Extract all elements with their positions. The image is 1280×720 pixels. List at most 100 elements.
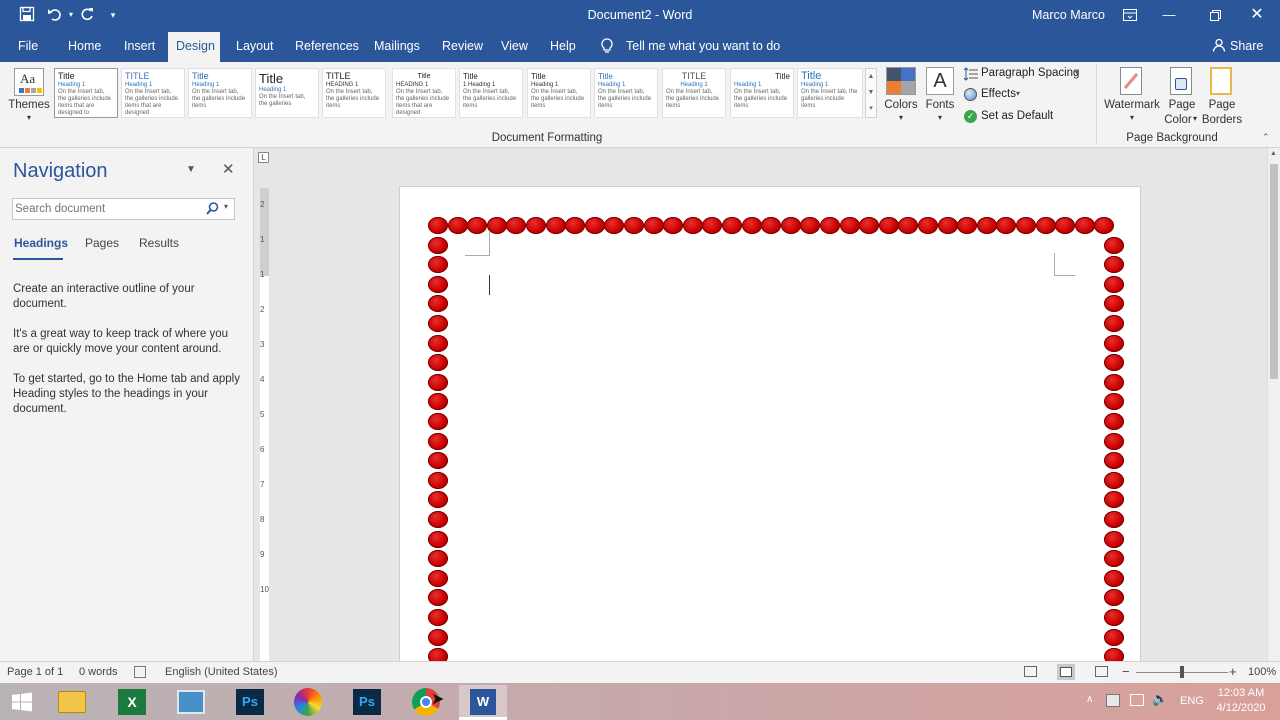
apple-border-bead [1104, 393, 1124, 411]
themes-icon[interactable]: Aa [14, 68, 44, 96]
colors-dropdown-icon[interactable]: ▾ [894, 113, 908, 122]
watermark-dropdown-icon[interactable]: ▾ [1125, 113, 1139, 122]
close-pane-icon[interactable]: ✕ [222, 160, 235, 178]
vertical-scrollbar[interactable]: ▲ [1267, 148, 1280, 661]
excel-icon[interactable]: X [114, 685, 150, 718]
tab-home[interactable]: Home [60, 30, 109, 62]
zoom-level[interactable]: 100% [1248, 666, 1276, 678]
style-set-8[interactable]: Title Heading 1 On the Insert tab, the gal… [594, 68, 658, 118]
word-icon[interactable]: W [459, 685, 507, 718]
apple-border-bead [428, 256, 448, 274]
paragraph-spacing-dropdown-icon[interactable]: ▾ [1075, 68, 1079, 77]
tab-mailings[interactable]: Mailings [366, 30, 428, 62]
effects-dropdown-icon[interactable]: ▾ [1016, 89, 1020, 98]
clock-date[interactable]: 4/12/2020 [1212, 702, 1270, 714]
page-count[interactable]: Page 1 of 1 [7, 666, 63, 678]
volume-icon[interactable]: 🔈 [1152, 691, 1168, 707]
nav-tab-pages[interactable]: Pages [85, 236, 119, 250]
page-color-icon[interactable] [1170, 67, 1192, 95]
style-set-3[interactable]: Title Heading 1 On the Insert tab, the gal… [255, 68, 319, 118]
style-set-6[interactable]: Title 1 Heading 1 On the Insert tab, the g… [459, 68, 523, 118]
user-name[interactable]: Marco Marco [1032, 8, 1105, 22]
gallery-scroll[interactable]: ▲ ▼ ▾ [865, 68, 877, 118]
search-icon[interactable] [206, 202, 220, 216]
restore-icon[interactable] [1192, 0, 1238, 30]
style-set-11[interactable]: Title Heading 1 On the Insert tab, the gal… [797, 68, 863, 118]
tab-design[interactable]: Design [168, 32, 220, 62]
pane-options-icon[interactable]: ▼ [186, 164, 196, 175]
collapse-ribbon-icon[interactable]: ⌃ [1262, 132, 1270, 143]
watermark-button[interactable]: Watermark [1100, 99, 1164, 111]
language-indicator[interactable]: ENG [1180, 695, 1204, 707]
tab-insert[interactable]: Insert [116, 30, 163, 62]
page-color-dropdown-icon[interactable]: ▾ [1190, 114, 1200, 123]
style-set-4[interactable]: TITLE HEADING 1 On the Insert tab, the gal… [322, 68, 386, 118]
network-icon[interactable] [1130, 694, 1144, 706]
group-document-formatting: Document Formatting [491, 132, 603, 144]
photos-icon[interactable] [290, 685, 326, 718]
paragraph-spacing-button[interactable]: Paragraph Spacing [981, 67, 1079, 79]
nav-tab-headings[interactable]: Headings [14, 236, 68, 250]
themes-dropdown-icon[interactable]: ▾ [22, 113, 36, 122]
style-set-1[interactable]: TITLE Heading 1 On the Insert tab, the gal… [121, 68, 185, 118]
page-color-line1[interactable]: Page [1162, 99, 1202, 111]
zoom-in-icon[interactable]: + [1229, 664, 1237, 679]
word-count[interactable]: 0 words [79, 666, 118, 678]
ruler-number: 4 [260, 375, 265, 384]
colors-button[interactable]: Colors [880, 99, 922, 111]
proofing-icon[interactable] [134, 666, 146, 678]
apple-border-bead [1104, 471, 1124, 489]
status-bar: Page 1 of 1 0 words English (United Stat… [0, 661, 1280, 683]
page-borders-line1[interactable]: Page [1202, 99, 1242, 111]
close-icon[interactable]: ✕ [1234, 0, 1280, 30]
watermark-icon[interactable] [1120, 67, 1142, 95]
tell-me-search[interactable]: Tell me what you want to do [618, 30, 788, 62]
tab-references[interactable]: References [287, 30, 367, 62]
photoshop-icon[interactable]: Ps [232, 685, 268, 718]
search-box[interactable]: ▾ [12, 198, 235, 220]
page-borders-icon[interactable] [1210, 67, 1232, 95]
security-icon[interactable] [1106, 694, 1120, 707]
tab-review[interactable]: Review [434, 30, 491, 62]
tab-layout[interactable]: Layout [228, 30, 282, 62]
start-icon[interactable] [4, 685, 40, 718]
fonts-icon[interactable]: A [926, 67, 954, 95]
style-set-5[interactable]: Title HEADING 1 On the Insert tab, the gal… [392, 68, 456, 118]
web-layout-icon[interactable] [1095, 666, 1108, 677]
scroll-up-icon[interactable]: ▲ [1270, 150, 1277, 157]
document-page[interactable] [399, 186, 1141, 661]
colors-icon[interactable] [886, 67, 916, 95]
tab-help[interactable]: Help [542, 30, 584, 62]
search-input[interactable] [15, 201, 201, 217]
tab-view[interactable]: View [493, 30, 536, 62]
control-panel-icon[interactable] [173, 685, 209, 718]
effects-button[interactable]: Effects [981, 88, 1016, 100]
search-dropdown-icon[interactable]: ▾ [224, 202, 228, 211]
fonts-button[interactable]: Fonts [920, 99, 960, 111]
tab-selector-icon[interactable]: L [258, 152, 269, 163]
fonts-dropdown-icon[interactable]: ▾ [933, 113, 947, 122]
clock-time[interactable]: 12:03 AM [1212, 687, 1270, 699]
print-layout-icon[interactable] [1057, 664, 1075, 680]
share-button[interactable]: Share [1222, 30, 1271, 62]
minimize-icon[interactable]: — [1146, 0, 1192, 30]
style-set-9[interactable]: TITLE Heading 1 On the Insert tab, the gal… [662, 68, 726, 118]
style-set-0[interactable]: Title Heading 1 On the Insert tab, the gal… [54, 68, 118, 118]
set-as-default-button[interactable]: Set as Default [981, 110, 1053, 122]
nav-tab-results[interactable]: Results [139, 236, 179, 250]
scroll-thumb[interactable] [1270, 164, 1278, 379]
style-set-10[interactable]: Title Heading 1 On the Insert tab, the gal… [730, 68, 794, 118]
file-explorer-icon[interactable] [54, 685, 90, 718]
apple-border-bead [663, 217, 684, 234]
language-status[interactable]: English (United States) [165, 666, 278, 678]
themes-button[interactable]: Themes [6, 99, 52, 111]
show-hidden-icons[interactable]: ∧ [1086, 694, 1093, 705]
page-borders-line2[interactable]: Borders [1200, 114, 1244, 126]
zoom-slider-thumb[interactable] [1180, 666, 1184, 678]
zoom-out-icon[interactable]: − [1122, 664, 1130, 679]
style-set-2[interactable]: Title Heading 1 On the Insert tab, the gal… [188, 68, 252, 118]
photoshop-icon-2[interactable]: Ps [349, 685, 385, 718]
style-set-7[interactable]: Title Heading 1 On the Insert tab, the gal… [527, 68, 591, 118]
tab-file[interactable]: File [10, 30, 46, 62]
read-mode-icon[interactable] [1024, 666, 1037, 677]
